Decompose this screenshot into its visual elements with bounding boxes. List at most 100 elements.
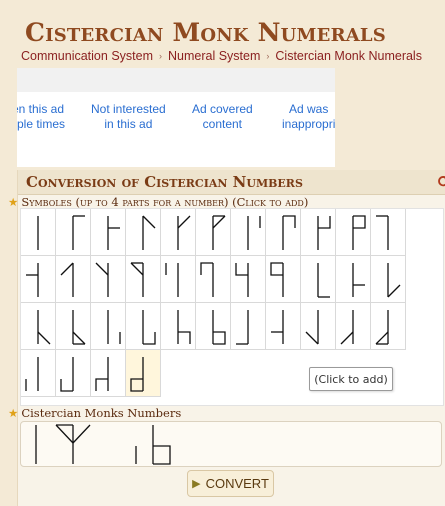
symbol-cell-lower-right-3[interactable]	[371, 256, 406, 303]
breadcrumb-item-communication-system[interactable]: Communication System	[21, 49, 153, 63]
glyph-stroke	[318, 216, 331, 229]
star-icon: ★	[8, 195, 19, 209]
ad-option-line: Not interested	[91, 102, 166, 116]
symbol-cell-lower-left-1[interactable]	[231, 303, 266, 350]
cistercian-glyph-icon	[200, 262, 214, 297]
symbol-cell-lower-left-3[interactable]	[301, 303, 336, 350]
cistercian-glyph-icon	[95, 357, 109, 391]
symbol-cell-upper-right-1[interactable]	[56, 209, 91, 256]
symbol-cell-lower-right-5[interactable]	[56, 303, 91, 350]
symbol-cell-upper-left-8[interactable]	[231, 256, 266, 303]
symbols-label: ★ Symboles (up to 4 parts for a number) (…	[8, 195, 308, 209]
glyph-stroke	[387, 284, 401, 298]
cistercian-glyph-icon	[270, 262, 284, 297]
section-header: Conversion of Cistercian Numbers	[18, 170, 445, 195]
symbol-cell-lower-right-2[interactable]	[336, 256, 371, 303]
cistercian-glyph-icon	[165, 263, 179, 297]
cistercian-glyph-icon	[317, 216, 331, 250]
glyph-stroke	[37, 331, 51, 345]
cistercian-glyph-icon	[37, 310, 51, 345]
play-icon: ▶	[192, 478, 201, 490]
glyph-stroke	[72, 331, 86, 345]
chevron-right-icon: ›	[159, 51, 162, 61]
glyph-stroke	[283, 215, 296, 228]
breadcrumb-item-cistercian-monk-numerals[interactable]: Cistercian Monk Numerals	[275, 49, 422, 63]
cistercian-glyph-icon	[247, 216, 261, 250]
refresh-icon[interactable]	[437, 174, 445, 188]
symbol-cell-upper-right-3[interactable]	[126, 209, 161, 256]
symbol-cell-lower-left-7[interactable]	[56, 350, 91, 397]
symbol-cell-upper-left-1[interactable]	[371, 209, 406, 256]
symbol-cell-upper-right-6[interactable]	[231, 209, 266, 256]
ad-option-seen-multiple-times[interactable]: en this ad tiple times	[17, 102, 65, 132]
tooltip: (Click to add)	[309, 367, 393, 391]
numbers-label: ★ Cistercian Monks Numbers	[8, 406, 181, 420]
symbol-cell-lower-left-9[interactable]	[126, 350, 161, 397]
symbol-cell-lower-left-6[interactable]	[21, 350, 56, 397]
symbol-cell-upper-right-7[interactable]	[266, 209, 301, 256]
symbol-cell-lower-left-8[interactable]	[91, 350, 126, 397]
cistercian-glyph-icon	[305, 310, 319, 345]
symbol-cell-lower-left-4[interactable]	[336, 303, 371, 350]
symbol-cell-upper-left-2[interactable]	[21, 256, 56, 303]
glyph-stroke	[200, 262, 213, 275]
symbol-cell-lower-right-1[interactable]	[301, 256, 336, 303]
symbol-cell-upper-left-9[interactable]	[266, 256, 301, 303]
convert-button[interactable]: ▶ CONVERT	[187, 470, 274, 497]
cistercian-glyph-icon	[142, 310, 156, 345]
breadcrumb-item-numeral-system[interactable]: Numeral System	[168, 49, 260, 63]
symbol-cell-upper-left-5[interactable]	[126, 256, 161, 303]
cistercian-glyph-icon	[130, 262, 144, 297]
symbol-cell-lower-right-6[interactable]	[91, 303, 126, 350]
symbol-cell-upper-right-2[interactable]	[91, 209, 126, 256]
glyph-stroke	[143, 332, 156, 345]
glyph-stroke	[305, 331, 319, 345]
symbol-cell-lower-right-9[interactable]	[196, 303, 231, 350]
symbol-cell-upper-left-6[interactable]	[161, 256, 196, 303]
symbol-cell-upper-right-5[interactable]	[196, 209, 231, 256]
glyph-stroke	[95, 378, 108, 391]
cistercian-glyph-icon	[271, 310, 284, 344]
numbers-label-text: Cistercian Monks Numbers	[21, 406, 182, 420]
symbol-cell-lower-right-4[interactable]	[21, 303, 56, 350]
ad-option-line: inappropri	[282, 117, 335, 131]
symbol-cell-stem[interactable]	[21, 209, 56, 256]
glyph-stroke	[353, 215, 366, 229]
cistercian-glyph-icon	[340, 310, 354, 345]
ad-option-not-interested[interactable]: Not interested in this ad	[91, 102, 166, 132]
glyph-stroke	[235, 263, 248, 276]
cistercian-glyph-icon	[60, 357, 74, 392]
cistercian-glyph-icon	[212, 215, 226, 250]
glyph-stroke	[55, 424, 74, 444]
symbol-cell-lower-right-8[interactable]	[161, 303, 196, 350]
glyph-stroke	[130, 378, 143, 392]
cistercian-glyph-icon	[282, 215, 296, 250]
ad-option-line: en this ad	[17, 102, 65, 116]
ad-option-covered-content[interactable]: Ad covered content	[192, 102, 253, 132]
cistercian-glyph-icon	[236, 310, 249, 345]
symbol-cell-lower-left-5[interactable]	[371, 303, 406, 350]
symbol-cell-upper-right-8[interactable]	[301, 209, 336, 256]
cistercian-glyph-icon	[387, 263, 401, 298]
glyph-stroke	[142, 215, 156, 229]
ad-option-inappropriate[interactable]: Ad was inappropri	[282, 102, 335, 132]
symbol-cell-lower-right-7[interactable]	[126, 303, 161, 350]
numbers-input[interactable]	[20, 421, 442, 467]
glyph-stroke	[177, 215, 191, 229]
entered-numeral	[55, 424, 91, 464]
symbol-cell-upper-left-3[interactable]	[56, 256, 91, 303]
symbols-label-text: Symboles (up to 4 parts for a number) (C…	[21, 195, 309, 209]
symbol-cell-lower-left-2[interactable]	[266, 303, 301, 350]
entered-numerals	[35, 424, 171, 465]
glyph-stroke	[270, 262, 283, 276]
cistercian-glyph-icon	[352, 263, 365, 297]
ad-feedback-panel: en this ad tiple times Not interested in…	[17, 68, 335, 167]
cistercian-glyph-icon	[26, 263, 39, 297]
glyph-stroke	[130, 262, 144, 276]
symbol-cell-upper-right-4[interactable]	[161, 209, 196, 256]
symbol-cell-upper-right-9[interactable]	[336, 209, 371, 256]
cistercian-glyph-icon	[235, 263, 249, 297]
symbol-cell-upper-left-4[interactable]	[91, 256, 126, 303]
symbol-cell-upper-left-7[interactable]	[196, 256, 231, 303]
glyph-stroke	[95, 262, 109, 276]
